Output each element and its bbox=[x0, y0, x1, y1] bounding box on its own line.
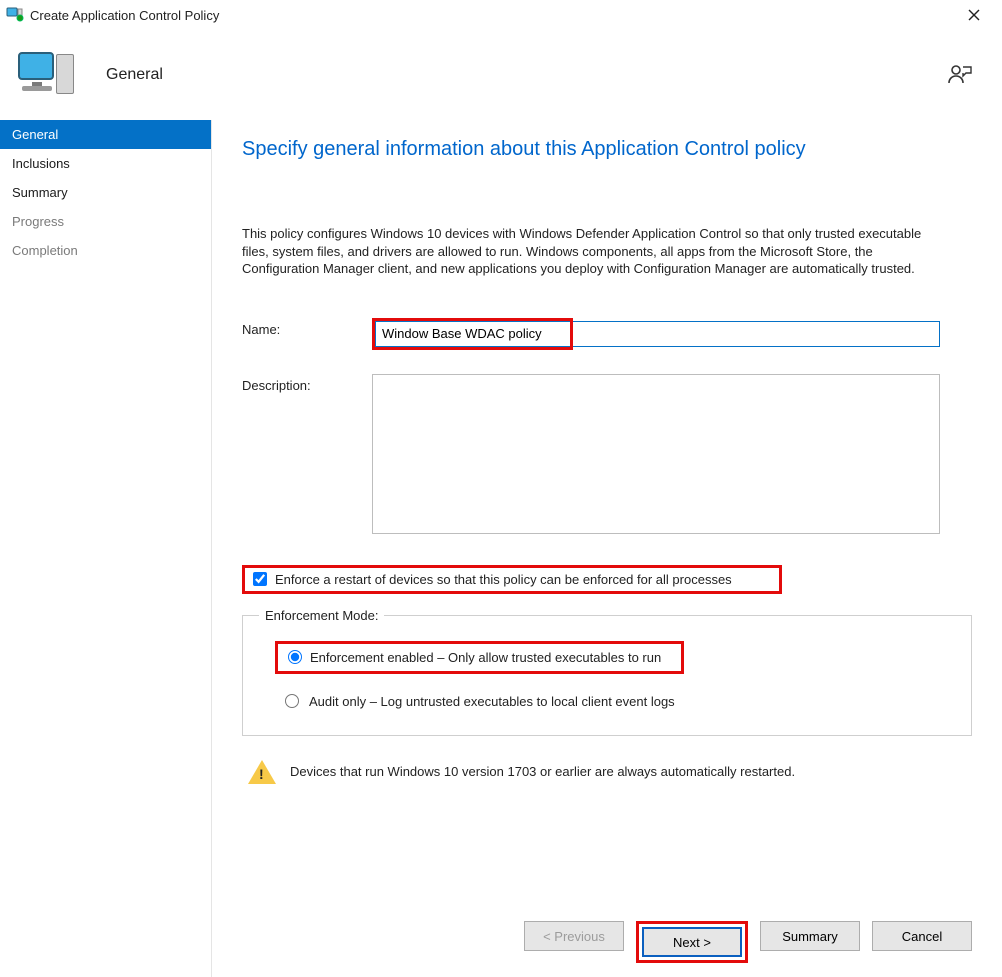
enforcement-enabled-radio[interactable] bbox=[288, 650, 302, 664]
user-icon bbox=[948, 63, 974, 88]
nav-item-summary[interactable]: Summary bbox=[0, 178, 211, 207]
nav-item-general[interactable]: General bbox=[0, 120, 211, 149]
enforcement-enabled-label: Enforcement enabled – Only allow trusted… bbox=[310, 650, 661, 665]
description-input[interactable] bbox=[372, 374, 940, 534]
nav-item-inclusions[interactable]: Inclusions bbox=[0, 149, 211, 178]
next-button[interactable]: Next > bbox=[642, 927, 742, 957]
window-title: Create Application Control Policy bbox=[30, 8, 219, 23]
enforce-restart-checkbox[interactable] bbox=[253, 572, 267, 586]
enforcement-mode-legend: Enforcement Mode: bbox=[259, 608, 384, 623]
name-highlight bbox=[372, 318, 573, 350]
wizard-header: General bbox=[0, 30, 1002, 120]
warning-row: Devices that run Windows 10 version 1703… bbox=[242, 760, 972, 784]
main-panel: Specify general information about this A… bbox=[212, 120, 1002, 977]
intro-text: This policy configures Windows 10 device… bbox=[242, 225, 942, 278]
warning-icon bbox=[248, 760, 276, 784]
cancel-button[interactable]: Cancel bbox=[872, 921, 972, 951]
nav-item-progress: Progress bbox=[0, 207, 211, 236]
audit-only-label: Audit only – Log untrusted executables t… bbox=[309, 694, 675, 709]
warning-text: Devices that run Windows 10 version 1703… bbox=[290, 764, 795, 779]
titlebar: Create Application Control Policy bbox=[0, 0, 1002, 30]
audit-only-radio[interactable] bbox=[285, 694, 299, 708]
close-button[interactable] bbox=[954, 1, 994, 29]
next-highlight: Next > bbox=[636, 921, 748, 963]
nav-item-completion: Completion bbox=[0, 236, 211, 265]
enforce-restart-label: Enforce a restart of devices so that thi… bbox=[275, 572, 732, 587]
wizard-nav: General Inclusions Summary Progress Comp… bbox=[0, 120, 212, 977]
name-label: Name: bbox=[242, 318, 372, 337]
computer-icon bbox=[16, 46, 80, 104]
summary-button[interactable]: Summary bbox=[760, 921, 860, 951]
app-icon bbox=[6, 6, 24, 24]
close-icon bbox=[968, 9, 980, 21]
page-heading: Specify general information about this A… bbox=[242, 138, 972, 161]
previous-button: < Previous bbox=[524, 921, 624, 951]
enforcement-mode-group: Enforcement Mode: Enforcement enabled – … bbox=[242, 608, 972, 736]
description-label: Description: bbox=[242, 374, 372, 393]
enforcement-enabled-highlight: Enforcement enabled – Only allow trusted… bbox=[275, 641, 684, 674]
enforce-restart-highlight: Enforce a restart of devices so that thi… bbox=[242, 565, 782, 594]
header-section-title: General bbox=[106, 66, 163, 84]
wizard-footer: < Previous Next > Summary Cancel bbox=[242, 865, 972, 963]
name-input[interactable] bbox=[375, 321, 570, 347]
